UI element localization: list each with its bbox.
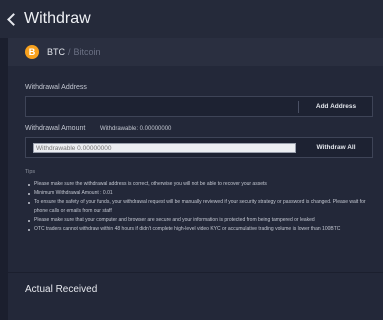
page-title: Withdraw <box>24 10 91 27</box>
withdraw-panel <box>8 38 383 320</box>
coin-selector[interactable]: B BTC / Bitcoin <box>8 38 383 66</box>
withdrawal-address-field: Add Address <box>25 96 373 117</box>
coin-name: Bitcoin <box>73 47 101 57</box>
tip-item: Minimum Withdrawal Amount : 0.01 <box>25 189 375 198</box>
header: Withdraw <box>0 0 383 38</box>
withdrawable-balance: Withdrawable: 0.00000000 <box>100 126 172 132</box>
tip-item: To ensure the safety of your funds, your… <box>25 198 375 216</box>
withdrawal-address-label: Withdrawal Address <box>25 84 87 91</box>
coin-separator: / <box>68 47 71 57</box>
withdraw-all-button[interactable]: Withdraw All <box>299 138 373 157</box>
actual-received-heading: Actual Received <box>25 284 98 295</box>
tips-label: Tips <box>25 169 36 175</box>
tips-list: Please make sure the withdrawal address … <box>25 180 375 234</box>
tip-item: OTC traders cannot withdraw within 48 ho… <box>25 225 375 234</box>
tip-item: Please make sure that your computer and … <box>25 216 375 225</box>
tip-item: Please make sure the withdrawal address … <box>25 180 375 189</box>
section-divider <box>8 272 383 273</box>
bitcoin-icon: B <box>25 45 39 59</box>
coin-symbol: BTC <box>47 47 65 57</box>
withdrawal-amount-field: Withdraw All <box>25 137 373 158</box>
back-button[interactable]: Withdraw <box>0 0 91 38</box>
withdrawal-address-input[interactable] <box>28 99 296 114</box>
withdrawal-amount-input[interactable] <box>33 143 296 153</box>
chevron-left-icon[interactable] <box>7 13 20 26</box>
withdrawal-amount-label: Withdrawal Amount <box>25 125 86 132</box>
add-address-button[interactable]: Add Address <box>299 97 373 116</box>
